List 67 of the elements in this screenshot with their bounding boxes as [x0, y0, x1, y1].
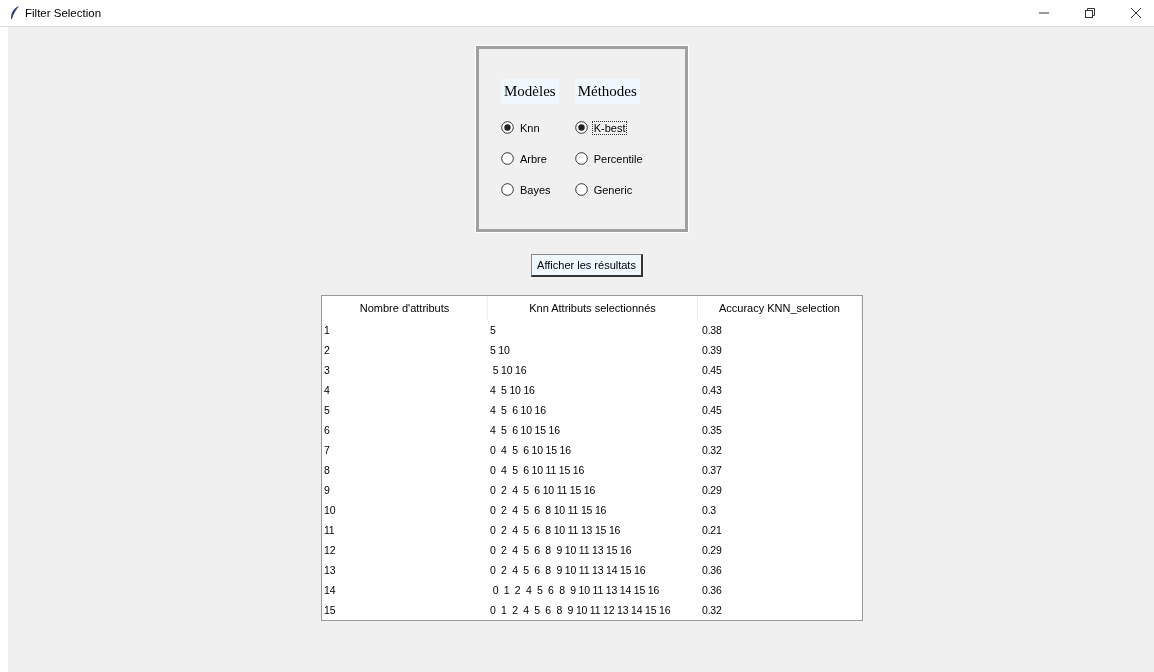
table-cell-text: 0.32: [701, 604, 723, 616]
table-cell-text: 4: [323, 384, 331, 396]
table-cell-text: 0.29: [701, 484, 723, 496]
table-cell-text: 5 10 16: [491, 364, 528, 376]
radio-label[interactable]: Arbre: [518, 151, 549, 166]
radio-button[interactable]: [574, 183, 588, 196]
table-cell-text: 0 2 4 5 6 10 11 15 16: [489, 484, 597, 496]
table-cell-text: 4 5 6 10 16: [489, 404, 547, 416]
table-cell-text: 5: [323, 404, 331, 416]
table-cell-text: 0.21: [701, 524, 723, 536]
table-cell-text: 0 2 4 5 6 8 9 10 11 13 14 15 16: [489, 564, 647, 576]
table-cell-text: 7: [323, 444, 331, 456]
table-cell-text: 4 5 10 16: [489, 384, 536, 396]
table-cell-text: 2: [323, 344, 331, 356]
table-cell-text: 0 1 2 4 5 6 8 9 10 11 13 14 15 16: [491, 584, 661, 596]
table-cell-text: 0.29: [701, 544, 723, 556]
radio-button[interactable]: [574, 152, 588, 165]
table-cell-text: 0 2 4 5 6 8 10 11 15 16: [489, 504, 608, 516]
radio-button[interactable]: [574, 121, 588, 134]
table-cell-text: 8: [323, 464, 331, 476]
table-cell-text: 0.43: [701, 384, 723, 396]
feather-icon: [10, 6, 20, 20]
table-cell-text: 13: [323, 564, 337, 576]
radio-label[interactable]: Bayes: [518, 182, 553, 197]
table-cell-text: 0.39: [701, 344, 723, 356]
table-cell-text: 0.37: [701, 464, 723, 476]
table-cell-text: 4 5 6 10 15 16: [489, 424, 561, 436]
column-header[interactable]: Accuracy KNN_selection: [697, 296, 862, 320]
table-cell-text: 10: [323, 504, 337, 516]
table-cell-text: 11: [323, 524, 336, 536]
table-cell-text: 0 1 2 4 5 6 8 9 10 11 12 13 14 15 16: [489, 604, 672, 616]
table-cell-text: 9: [323, 484, 331, 496]
radio-button[interactable]: [501, 183, 514, 196]
table-cell-text: 1: [323, 324, 331, 336]
restore-icon[interactable]: [1084, 7, 1096, 19]
table-cell-text: 0.32: [701, 444, 723, 456]
table-cell-text: 0.45: [701, 364, 723, 376]
table-cell-text: 12: [323, 544, 337, 556]
group-heading: Méthodes: [574, 79, 640, 104]
radio-label[interactable]: Knn: [518, 120, 542, 135]
table-cell-text: 0 2 4 5 6 8 10 11 13 15 16: [489, 524, 622, 536]
table-cell-text: 0 2 4 5 6 8 9 10 11 13 15 16: [489, 544, 633, 556]
table-cell-text: 5: [489, 324, 497, 336]
table-cell-text: 0.3: [701, 504, 717, 516]
group-heading: Modèles: [501, 79, 559, 104]
show-results-button[interactable]: Afficher les résultats: [531, 254, 643, 277]
radio-label[interactable]: Percentile: [591, 151, 645, 166]
window-title: Filter Selection: [25, 7, 102, 19]
radio-label[interactable]: K-best: [591, 120, 628, 135]
table-cell-text: 15: [323, 604, 337, 616]
table-cell-text: 14: [323, 584, 337, 596]
table-cell-text: 0.38: [701, 324, 723, 336]
radio-button[interactable]: [501, 152, 514, 165]
radio-button[interactable]: [501, 121, 514, 134]
table-cell-text: 5 10: [489, 344, 511, 356]
table-cell-text: 0.36: [701, 564, 723, 576]
table-cell-text: 0.36: [701, 584, 723, 596]
table-cell-text: 0.35: [701, 424, 723, 436]
table-cell-text: 0 4 5 6 10 15 16: [489, 444, 572, 456]
column-header[interactable]: Nombre d'attributs: [322, 296, 489, 320]
table-cell-text: 6: [323, 424, 331, 436]
radio-label[interactable]: Generic: [591, 182, 635, 197]
column-header[interactable]: Knn Attributs selectionnés: [488, 296, 698, 320]
table-cell-text: 0.45: [701, 404, 723, 416]
table-cell-text: 0 4 5 6 10 11 15 16: [489, 464, 586, 476]
close-icon[interactable]: [1130, 7, 1142, 19]
table-cell-text: 3: [323, 364, 331, 376]
